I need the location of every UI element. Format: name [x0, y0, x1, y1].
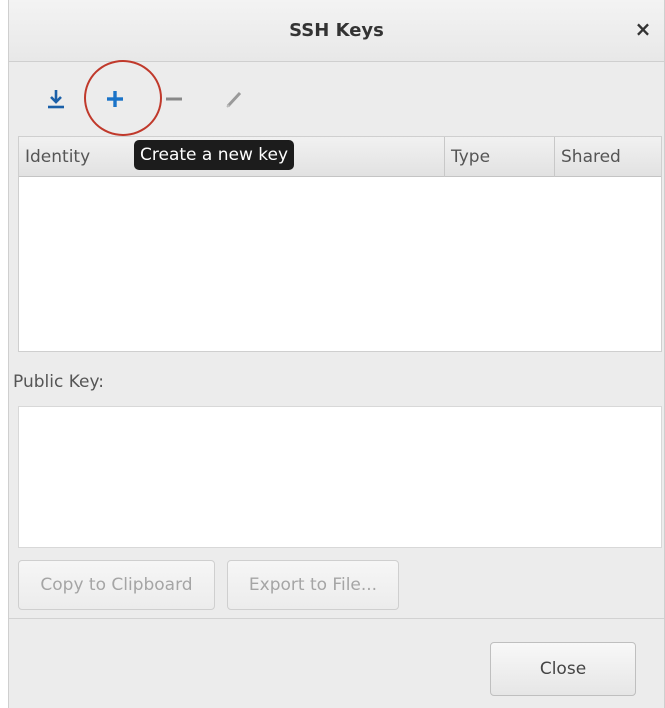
remove-key-button[interactable] [157, 82, 191, 116]
close-button[interactable]: Close [490, 642, 636, 696]
table-header: Identity Type Shared [19, 137, 661, 177]
public-key-textarea[interactable] [18, 406, 662, 548]
add-key-button[interactable] [98, 82, 132, 116]
export-to-file-button[interactable]: Export to File... [227, 560, 399, 610]
tooltip: Create a new key [134, 140, 295, 170]
plus-icon [107, 91, 123, 107]
pencil-icon [226, 91, 242, 108]
column-header-type[interactable]: Type [445, 137, 555, 177]
close-icon[interactable]: × [632, 18, 654, 40]
title-bar: SSH Keys × [9, 0, 664, 62]
download-icon [48, 90, 64, 109]
dialog-title: SSH Keys [289, 20, 384, 41]
minus-icon [166, 97, 182, 101]
public-key-label: Public Key: [13, 372, 105, 392]
keys-table[interactable]: Identity Type Shared [18, 136, 662, 352]
copy-to-clipboard-button[interactable]: Copy to Clipboard [18, 560, 215, 610]
divider [9, 618, 664, 619]
column-header-shared[interactable]: Shared [555, 137, 662, 177]
ssh-keys-dialog: SSH Keys × Identity Type Shared Create a… [8, 0, 665, 708]
edit-key-button[interactable] [217, 82, 251, 116]
import-key-button[interactable] [39, 82, 73, 116]
